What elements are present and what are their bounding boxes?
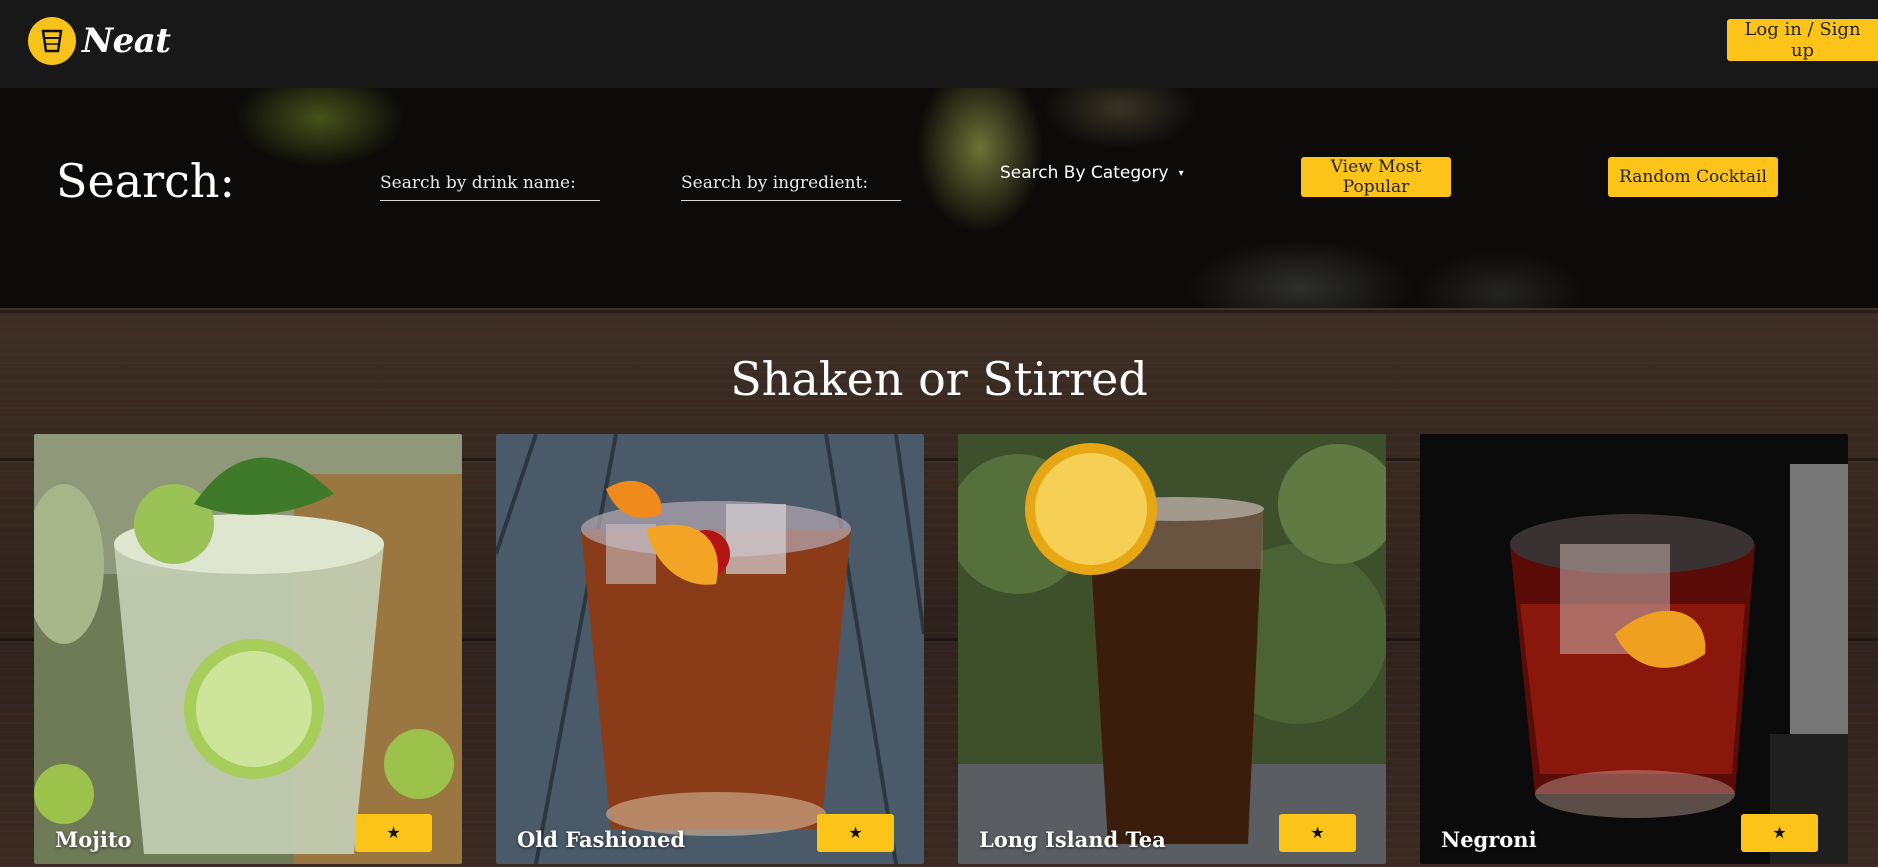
star-icon: ★ (386, 825, 401, 842)
drink-name-field (380, 166, 600, 201)
star-icon: ★ (1310, 825, 1325, 842)
drinks-section: Shaken or Stirred Mojito ★ Old Fashioned… (0, 308, 1878, 867)
brand-logo[interactable]: Neat (28, 17, 171, 65)
star-icon: ★ (848, 825, 863, 842)
brand-name: Neat (82, 21, 171, 61)
category-dropdown-label: Search By Category (1000, 163, 1169, 183)
ingredient-field (681, 166, 901, 201)
favorite-button[interactable]: ★ (817, 814, 894, 852)
ingredient-input[interactable] (681, 166, 901, 200)
caret-down-icon: ▾ (1178, 167, 1184, 179)
drink-name: Long Island Tea (979, 827, 1166, 852)
login-signup-button[interactable]: Log in / Sign up (1727, 19, 1878, 61)
section-title: Shaken or Stirred (730, 352, 1148, 406)
search-hero: Search: Search By Category ▾ View Most P… (0, 88, 1878, 308)
category-dropdown[interactable]: Search By Category ▾ (1000, 163, 1184, 183)
view-most-popular-button[interactable]: View Most Popular (1301, 157, 1451, 197)
drink-name: Mojito (55, 827, 132, 852)
drink-card[interactable]: Long Island Tea ★ (958, 434, 1386, 864)
search-title: Search: (56, 154, 236, 208)
favorite-button[interactable]: ★ (355, 814, 432, 852)
drink-photo (34, 434, 462, 864)
drink-photo (1420, 434, 1848, 864)
star-icon: ★ (1772, 825, 1787, 842)
top-nav: Neat Log in / Sign up (0, 0, 1878, 88)
favorite-button[interactable]: ★ (1279, 814, 1356, 852)
random-cocktail-button[interactable]: Random Cocktail (1608, 157, 1778, 197)
drink-card[interactable]: Old Fashioned ★ (496, 434, 924, 864)
glass-icon (28, 17, 76, 65)
favorite-button[interactable]: ★ (1741, 814, 1818, 852)
drink-name-input[interactable] (380, 166, 600, 200)
drink-card[interactable]: Mojito ★ (34, 434, 462, 864)
drink-card[interactable]: Negroni ★ (1420, 434, 1848, 864)
drink-photo (958, 434, 1386, 864)
drink-name: Old Fashioned (517, 827, 686, 852)
drink-photo (496, 434, 924, 864)
drink-name: Negroni (1441, 827, 1537, 852)
plank-divider (0, 310, 1878, 313)
